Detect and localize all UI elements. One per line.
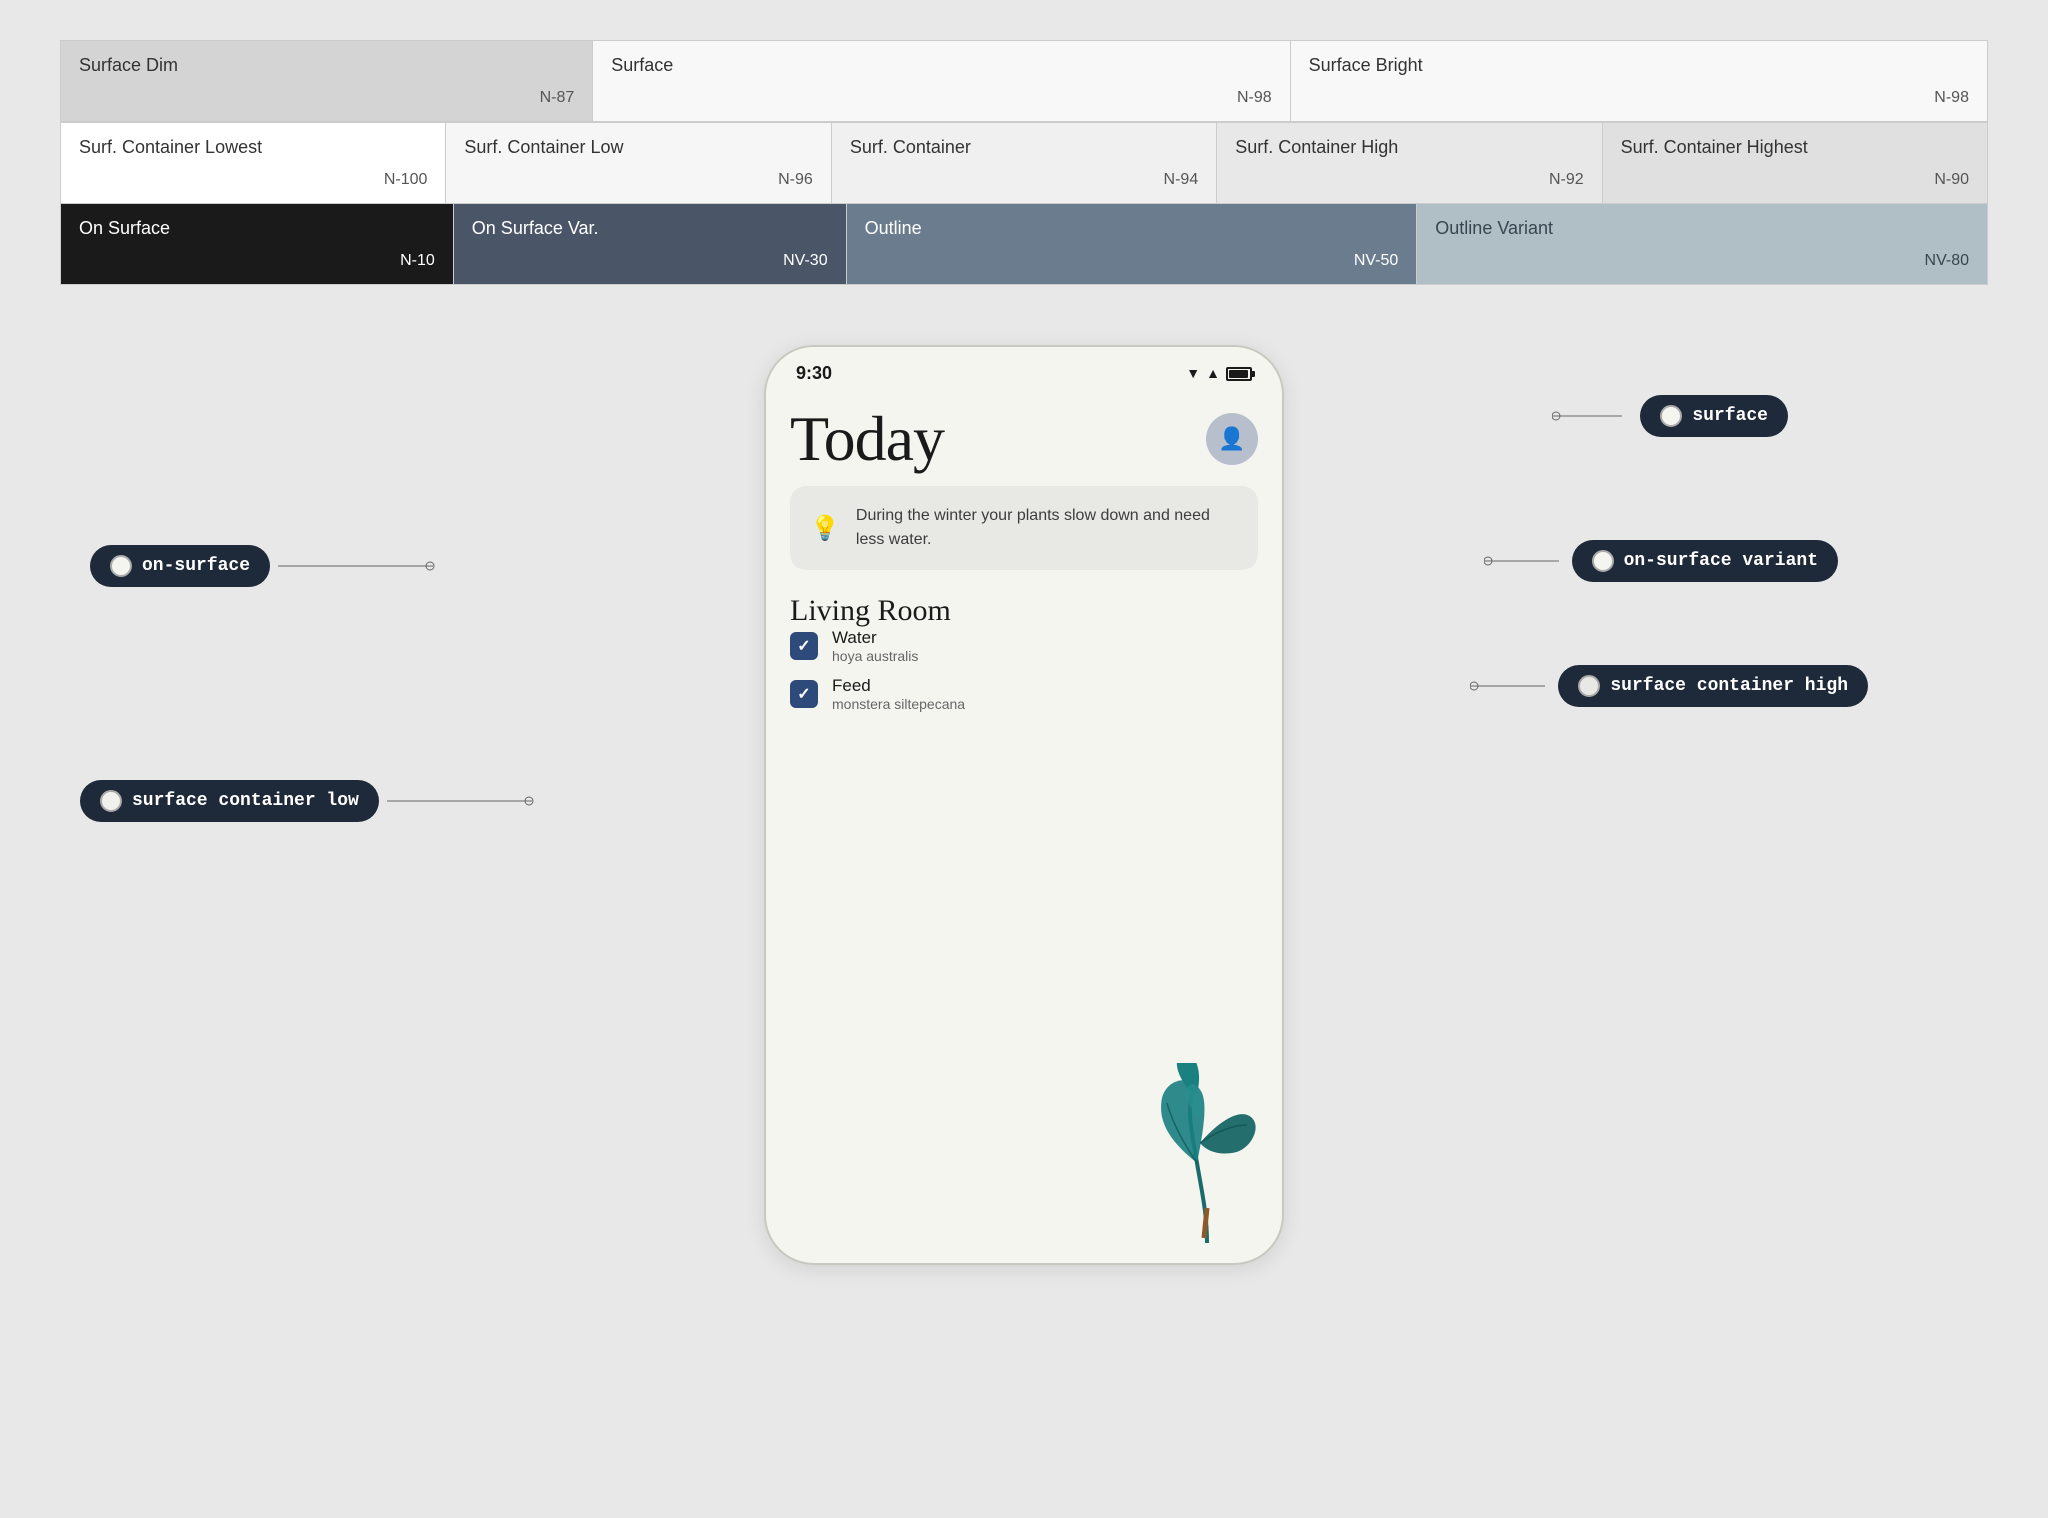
label-surface-container-high: surface container high: [1610, 676, 1848, 696]
connector-line-surface: [1552, 406, 1632, 426]
task-item-water: Water hoya australis: [790, 628, 1258, 664]
task-info-water: Water hoya australis: [832, 628, 918, 664]
annotation-on-surface: on-surface: [90, 545, 438, 587]
badge-surface-container-low: surface container low: [80, 780, 379, 822]
palette-row-1: Surface Dim N-87 Surface N-98 Surface Br…: [60, 40, 1988, 122]
cell-name-surface-bright: Surface Bright: [1309, 55, 1969, 76]
cell-name-lowest: Surf. Container Lowest: [79, 137, 427, 158]
cell-value-lowest: N-100: [79, 171, 427, 189]
cell-value-container: N-94: [850, 171, 1198, 189]
phone-status-bar: 9:30: [766, 347, 1282, 392]
dot-on-surface: [110, 555, 132, 577]
badge-surface: surface: [1640, 395, 1788, 437]
connector-line-on-surface: [278, 556, 438, 576]
palette-cell-surface-bright: Surface Bright N-98: [1291, 41, 1987, 121]
cell-value-outline: NV-50: [865, 252, 1399, 270]
wifi-icon: [1186, 365, 1200, 383]
task-checkbox-feed[interactable]: [790, 680, 818, 708]
badge-surface-container-high: surface container high: [1558, 665, 1868, 707]
cell-value-on-surface: N-10: [79, 252, 435, 270]
cell-value-low: N-96: [464, 171, 812, 189]
cell-value-surface-dim: N-87: [79, 89, 574, 107]
palette-cell-surface: Surface N-98: [593, 41, 1290, 121]
cell-value-high: N-92: [1235, 171, 1583, 189]
palette-row-3: On Surface N-10 On Surface Var. NV-30 Ou…: [60, 204, 1988, 285]
cell-name-surface-dim: Surface Dim: [79, 55, 574, 76]
palette-cell-on-surface-var: On Surface Var. NV-30: [454, 204, 847, 284]
palette-cell-low: Surf. Container Low N-96: [446, 123, 831, 203]
dot-surface-container-high: [1578, 675, 1600, 697]
task-sub-feed: monstera siltepecana: [832, 696, 965, 712]
dot-on-surface-variant: [1592, 550, 1614, 572]
palette-cell-lowest: Surf. Container Lowest N-100: [61, 123, 446, 203]
dot-surface: [1660, 405, 1682, 427]
task-name-feed: Feed: [832, 676, 965, 696]
hint-card: 💡 During the winter your plants slow dow…: [790, 486, 1258, 570]
palette-cell-outline-variant: Outline Variant NV-80: [1417, 204, 1987, 284]
phone-mockup: 9:30 Today 👤 💡 During the winter: [764, 345, 1284, 1265]
plant-illustration: [1142, 1063, 1272, 1243]
cell-name-surface: Surface: [611, 55, 1271, 76]
annotation-surface-container-high: surface container high: [1470, 665, 1868, 707]
phone-time: 9:30: [796, 363, 832, 384]
label-surface-container-low: surface container low: [132, 791, 359, 811]
palette-section: Surface Dim N-87 Surface N-98 Surface Br…: [60, 40, 1988, 285]
palette-cell-high: Surf. Container High N-92: [1217, 123, 1602, 203]
lightbulb-icon: 💡: [810, 514, 840, 543]
badge-on-surface-variant: on-surface variant: [1572, 540, 1838, 582]
label-on-surface-variant: on-surface variant: [1624, 551, 1818, 571]
cell-value-outline-variant: NV-80: [1435, 252, 1969, 270]
connector-line-on-surface-variant: [1484, 551, 1564, 571]
palette-row-2: Surf. Container Lowest N-100 Surf. Conta…: [60, 122, 1988, 204]
cell-name-low: Surf. Container Low: [464, 137, 812, 158]
palette-cell-outline: Outline NV-50: [847, 204, 1418, 284]
cell-value-surface: N-98: [611, 89, 1271, 107]
connector-line-surface-container-high: [1470, 676, 1550, 696]
task-checkbox-water[interactable]: [790, 632, 818, 660]
cell-name-outline: Outline: [865, 218, 1399, 239]
cell-name-highest: Surf. Container Highest: [1621, 137, 1969, 158]
task-list: Water hoya australis Feed monstera silte…: [790, 628, 1258, 712]
signal-icon: [1206, 365, 1220, 383]
phone-content: Today 👤 💡 During the winter your plants …: [766, 392, 1282, 736]
palette-cell-surface-dim: Surface Dim N-87: [61, 41, 593, 121]
label-surface: surface: [1692, 406, 1768, 426]
demo-area: 9:30 Today 👤 💡 During the winter: [60, 345, 1988, 1265]
cell-name-high: Surf. Container High: [1235, 137, 1583, 158]
cell-value-on-surface-var: NV-30: [472, 252, 828, 270]
annotation-surface-container-low: surface container low: [80, 780, 537, 822]
dot-surface-container-low: [100, 790, 122, 812]
palette-cell-highest: Surf. Container Highest N-90: [1603, 123, 1987, 203]
avatar-icon: 👤: [1218, 426, 1245, 452]
palette-cell-container: Surf. Container N-94: [832, 123, 1217, 203]
task-sub-water: hoya australis: [832, 648, 918, 664]
badge-on-surface: on-surface: [90, 545, 270, 587]
phone-header-row: Today 👤: [790, 402, 1258, 476]
annotation-surface: surface: [1552, 395, 1788, 437]
label-on-surface: on-surface: [142, 556, 250, 576]
annotation-on-surface-variant: on-surface variant: [1484, 540, 1838, 582]
task-name-water: Water: [832, 628, 918, 648]
connector-line-surface-container-low: [387, 791, 537, 811]
avatar-button[interactable]: 👤: [1206, 413, 1258, 465]
cell-name-container: Surf. Container: [850, 137, 1198, 158]
cell-value-surface-bright: N-98: [1309, 89, 1969, 107]
palette-cell-on-surface: On Surface N-10: [61, 204, 454, 284]
section-title: Living Room: [790, 594, 951, 627]
hint-text: During the winter your plants slow down …: [856, 504, 1238, 552]
today-title: Today: [790, 402, 944, 476]
cell-name-outline-variant: Outline Variant: [1435, 218, 1969, 239]
phone-status-icons: [1186, 365, 1252, 383]
cell-name-on-surface: On Surface: [79, 218, 435, 239]
cell-name-on-surface-var: On Surface Var.: [472, 218, 828, 239]
task-info-feed: Feed monstera siltepecana: [832, 676, 965, 712]
cell-value-highest: N-90: [1621, 171, 1969, 189]
battery-icon: [1226, 367, 1252, 381]
task-item-feed: Feed monstera siltepecana: [790, 676, 1258, 712]
